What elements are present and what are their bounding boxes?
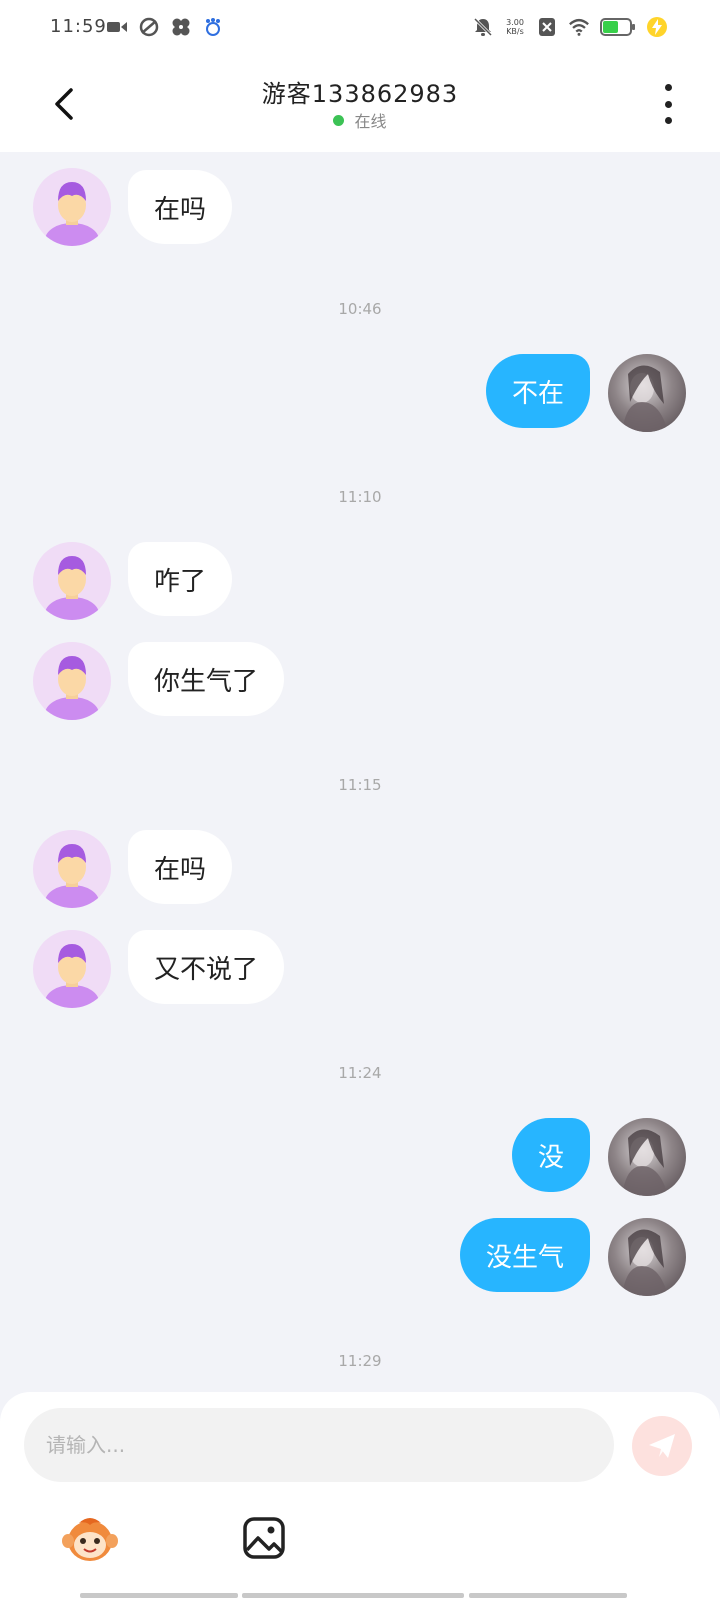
net-speed-value: 3.00 — [506, 18, 524, 27]
sim-off-icon — [536, 16, 558, 38]
contact-name: 游客133862983 — [261, 80, 459, 108]
status-right-icons: 3.00 KB/s — [472, 16, 668, 38]
fan-icon — [170, 16, 192, 38]
emoji-button[interactable] — [60, 1508, 120, 1568]
guest-avatar[interactable] — [33, 642, 111, 720]
person-avatar-icon — [45, 182, 99, 246]
battery-icon — [600, 18, 636, 36]
status-time: 11:59 — [50, 16, 107, 37]
composer — [0, 1392, 720, 1600]
message-bubble-incoming[interactable]: 你生气了 — [128, 642, 285, 716]
photo-avatar-icon — [622, 1229, 668, 1296]
message-bubble-incoming[interactable]: 在吗 — [128, 830, 233, 904]
status-bar: 11:59 3.00 KB/s — [0, 0, 720, 56]
message-bubble-outgoing[interactable]: 没 — [511, 1118, 590, 1192]
chat-header: 游客133862983 在线 — [0, 56, 720, 152]
person-avatar-icon — [45, 844, 99, 908]
my-avatar[interactable] — [608, 1218, 686, 1296]
more-dot-icon — [664, 100, 672, 108]
more-options-button[interactable] — [656, 84, 680, 124]
image-icon — [243, 1517, 285, 1559]
message-bubble-outgoing[interactable]: 不在 — [485, 354, 590, 428]
person-avatar-icon — [45, 944, 99, 1008]
image-button[interactable] — [234, 1508, 294, 1568]
nav-bar-segment — [80, 1593, 238, 1598]
more-dot-icon — [664, 117, 672, 124]
guest-avatar[interactable] — [33, 168, 111, 246]
message-timestamp: 11:10 — [338, 488, 382, 506]
more-dot-icon — [664, 84, 672, 91]
paper-plane-icon — [649, 1434, 675, 1458]
message-timestamp: 11:24 — [338, 1064, 382, 1082]
message-timestamp: 11:15 — [338, 776, 382, 794]
my-avatar[interactable] — [608, 1118, 686, 1196]
message-bubble-incoming[interactable]: 又不说了 — [128, 930, 285, 1004]
bell-off-icon — [472, 16, 494, 38]
online-dot — [333, 115, 345, 126]
nav-bar-segment — [242, 1593, 464, 1598]
my-avatar[interactable] — [608, 354, 686, 432]
video-icon — [106, 16, 128, 38]
photo-avatar-icon — [622, 365, 668, 432]
message-bubble-incoming[interactable]: 在吗 — [128, 170, 233, 244]
charging-icon — [646, 16, 668, 38]
photo-avatar-icon — [622, 1129, 668, 1196]
message-timestamp: 10:46 — [338, 300, 382, 318]
net-speed: 3.00 KB/s — [504, 18, 526, 36]
guest-avatar[interactable] — [33, 830, 111, 908]
online-status-label: 在线 — [354, 112, 387, 131]
message-bubble-outgoing[interactable]: 没生气 — [459, 1218, 590, 1292]
message-input[interactable] — [24, 1408, 614, 1482]
nav-bar-segment — [469, 1593, 627, 1598]
guest-avatar[interactable] — [33, 930, 111, 1008]
message-bubble-incoming[interactable]: 咋了 — [128, 542, 233, 616]
online-status: 在线 — [0, 108, 720, 132]
baidu-icon — [202, 16, 224, 38]
wifi-icon — [568, 16, 590, 38]
net-speed-unit: KB/s — [506, 27, 524, 36]
orbit-icon — [138, 16, 160, 38]
person-avatar-icon — [45, 556, 99, 620]
monkey-emoji-icon — [62, 1518, 118, 1561]
send-button[interactable] — [632, 1416, 692, 1476]
guest-avatar[interactable] — [33, 542, 111, 620]
status-left-icons — [106, 16, 224, 38]
message-timestamp: 11:29 — [338, 1352, 382, 1370]
message-list[interactable]: 在吗 10:46 不在 11:10 咋了 你生气了 11:15 在吗 又不说了 … — [0, 152, 720, 1392]
person-avatar-icon — [45, 656, 99, 720]
